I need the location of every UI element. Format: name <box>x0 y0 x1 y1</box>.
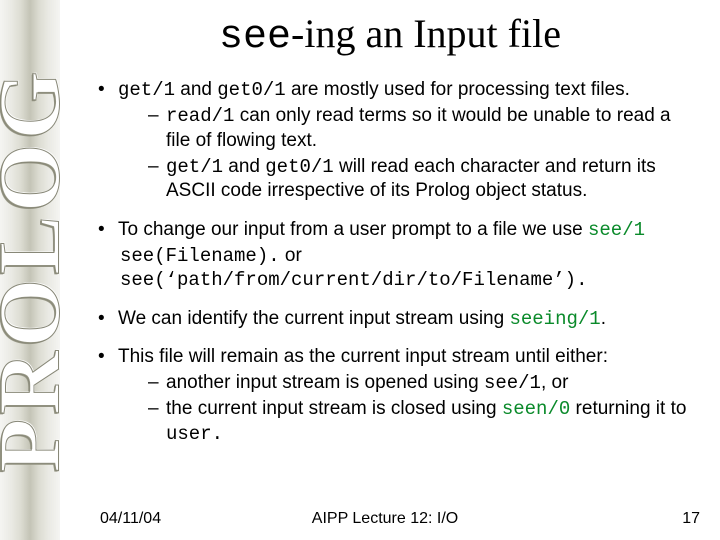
text: can only read terms so it would be unabl… <box>166 105 671 150</box>
footer-lecture: AIPP Lecture 12: I/O <box>312 510 458 528</box>
title-rest: -ing an Input file <box>291 11 561 56</box>
code-green: seeing/1 <box>509 308 600 330</box>
bullet-4: This file will remain as the current inp… <box>98 345 700 446</box>
code: user. <box>166 423 223 445</box>
code: see(‘path/from/current/dir/to/Filename’)… <box>120 269 587 291</box>
footer-page: 17 <box>682 510 700 528</box>
code: see/1 <box>484 372 541 394</box>
text: returning it to <box>570 398 686 419</box>
text: and <box>175 79 217 100</box>
code-block: see(Filename). or see(‘path/from/current… <box>120 244 700 293</box>
text: To change our input from a user prompt t… <box>118 219 588 240</box>
code: read/1 <box>166 105 234 127</box>
content-area: see-ing an Input file get/1 and get0/1 a… <box>60 0 720 540</box>
slide-body: get/1 and get0/1 are mostly used for pro… <box>80 78 700 446</box>
sub-list: another input stream is opened using see… <box>118 371 700 446</box>
sidebar: PROLOG <box>0 0 60 540</box>
code: get0/1 <box>217 79 285 101</box>
code: get0/1 <box>265 156 333 178</box>
slide-title: see-ing an Input file <box>80 10 700 60</box>
sub-list: read/1 can only read terms so it would b… <box>118 104 700 203</box>
text: We can identify the current input stream… <box>118 308 509 329</box>
text: the current input stream is closed using <box>166 398 502 419</box>
sub-item: the current input stream is closed using… <box>148 397 700 446</box>
text: . <box>601 308 606 329</box>
text: another input stream is opened using <box>166 372 484 393</box>
text: or <box>280 245 302 266</box>
bullet-1: get/1 and get0/1 are mostly used for pro… <box>98 78 700 204</box>
sub-item: get/1 and get0/1 will read each characte… <box>148 155 700 204</box>
text: , or <box>541 372 568 393</box>
text: are mostly used for processing text file… <box>286 79 630 100</box>
title-code: see <box>219 15 291 60</box>
code: see(Filename). <box>120 245 280 267</box>
code: get/1 <box>118 79 175 101</box>
code-green: see/1 <box>588 219 645 241</box>
code-green: seen/0 <box>502 398 570 420</box>
footer-date: 04/11/04 <box>100 510 161 528</box>
bullet-3: We can identify the current input stream… <box>98 307 700 331</box>
text: and <box>223 156 265 177</box>
bullet-list: get/1 and get0/1 are mostly used for pro… <box>80 78 700 446</box>
slide: PROLOG see-ing an Input file get/1 and g… <box>0 0 720 540</box>
bullet-2: To change our input from a user prompt t… <box>98 218 700 293</box>
sub-item: read/1 can only read terms so it would b… <box>148 104 700 153</box>
text: This file will remain as the current inp… <box>118 346 608 367</box>
footer: 04/11/04 AIPP Lecture 12: I/O 17 <box>60 510 710 528</box>
sub-item: another input stream is opened using see… <box>148 371 700 395</box>
code: get/1 <box>166 156 223 178</box>
